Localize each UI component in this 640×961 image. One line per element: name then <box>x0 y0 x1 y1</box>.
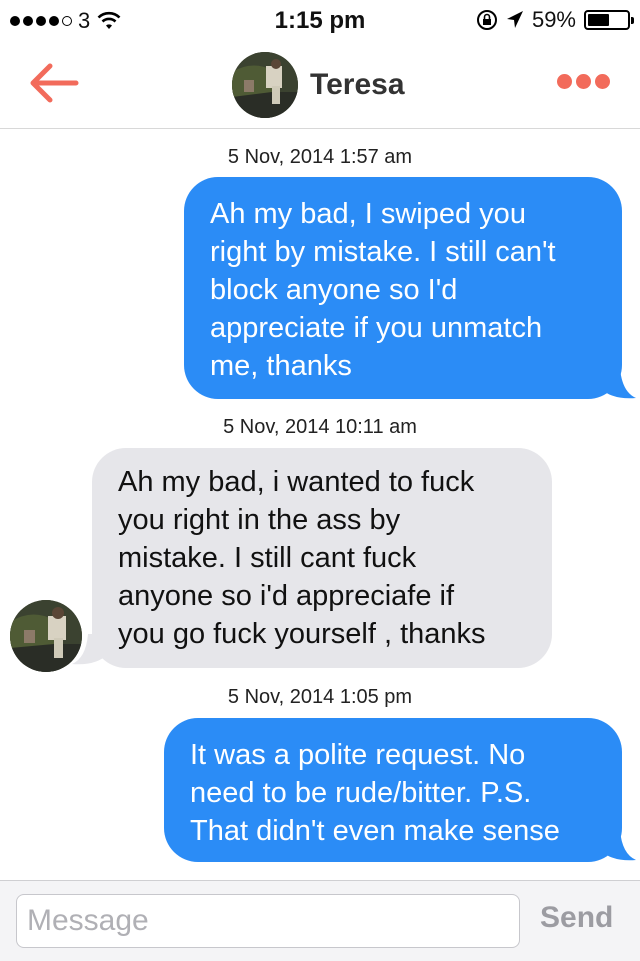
battery-percentage: 59% <box>531 7 576 32</box>
message-timestamp: 5 Nov, 2014 10:11 am <box>223 416 417 438</box>
bubble-tail <box>600 368 636 399</box>
outgoing-message[interactable]: It was a polite request. No need to be r… <box>164 718 622 862</box>
more-options-icon[interactable] <box>557 74 610 89</box>
incoming-message[interactable]: Ah my bad, i wanted to fuck you right in… <box>92 448 552 668</box>
back-button[interactable] <box>26 60 80 106</box>
location-arrow-icon <box>506 11 523 28</box>
back-arrow-icon <box>30 63 79 103</box>
bubble-tail <box>600 830 636 861</box>
chat-header: Teresa <box>0 40 640 129</box>
message-timestamp: 5 Nov, 2014 1:05 pm <box>227 686 413 708</box>
outgoing-message[interactable]: Ah my bad, I swiped you right by mistake… <box>184 177 622 399</box>
status-right: 59% <box>476 7 634 33</box>
message-input[interactable] <box>16 894 520 948</box>
battery-icon <box>584 10 634 30</box>
status-bar: 3 1:15 pm 59% <box>0 0 640 40</box>
contact-name: Teresa <box>310 68 405 101</box>
send-button[interactable]: Send <box>540 901 613 935</box>
contact-header[interactable]: Teresa <box>232 52 405 118</box>
avatar[interactable] <box>232 52 298 118</box>
rotation-lock-icon <box>476 10 497 30</box>
message-composer: Send <box>0 880 640 961</box>
message-timestamp: 5 Nov, 2014 1:57 am <box>227 146 413 168</box>
